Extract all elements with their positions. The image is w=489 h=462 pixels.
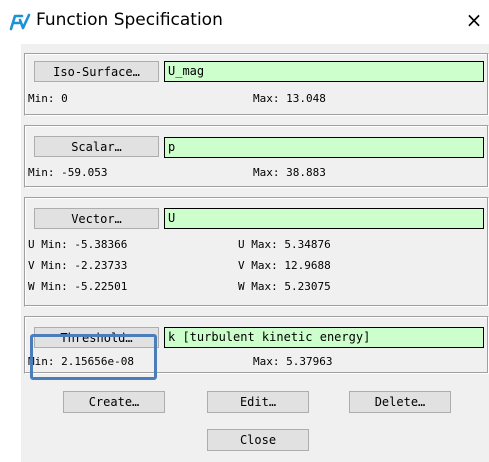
scalar-button[interactable]: Scalar… — [34, 136, 159, 157]
fv-logo-icon — [9, 12, 31, 32]
threshold-field[interactable]: k [turbulent kinetic energy] — [164, 327, 484, 348]
vector-w-min: W Min: -5.22501 — [28, 280, 128, 293]
iso-surface-field[interactable]: U_mag — [164, 61, 484, 82]
vector-v-max: V Max: 12.9688 — [238, 259, 331, 272]
vector-w-max: W Max: 5.23075 — [238, 280, 331, 293]
function-specification-dialog: Function Specification × Iso-Surface… U_… — [0, 0, 489, 462]
iso-surface-max: Max: 13.048 — [253, 92, 326, 105]
delete-button[interactable]: Delete… — [349, 391, 451, 413]
iso-surface-button[interactable]: Iso-Surface… — [34, 61, 159, 82]
close-window-icon[interactable]: × — [463, 8, 485, 32]
threshold-button[interactable]: Threshold… — [34, 327, 159, 348]
threshold-group: Threshold… k [turbulent kinetic energy] … — [24, 316, 489, 374]
close-button[interactable]: Close — [207, 429, 309, 451]
iso-surface-group: Iso-Surface… U_mag Min: 0 Max: 13.048 — [24, 53, 489, 116]
threshold-min: Min: 2.15656e-08 — [28, 355, 134, 368]
scalar-group: Scalar… p Min: -59.053 Max: 38.883 — [24, 125, 489, 188]
vector-u-max: U Max: 5.34876 — [238, 238, 331, 251]
scalar-min: Min: -59.053 — [28, 166, 108, 179]
title-bar: Function Specification × — [0, 0, 489, 44]
vector-u-min: U Min: -5.38366 — [28, 238, 128, 251]
scalar-field[interactable]: p — [164, 137, 484, 158]
edit-button[interactable]: Edit… — [207, 391, 309, 413]
iso-surface-min: Min: 0 — [28, 92, 68, 105]
vector-group: Vector… U U Min: -5.38366 U Max: 5.34876… — [24, 197, 489, 307]
threshold-max: Max: 5.37963 — [253, 355, 333, 368]
create-button[interactable]: Create… — [63, 391, 165, 413]
window-title: Function Specification — [36, 10, 223, 30]
vector-field[interactable]: U — [164, 208, 484, 229]
scalar-max: Max: 38.883 — [253, 166, 326, 179]
dialog-body: Iso-Surface… U_mag Min: 0 Max: 13.048 Sc… — [21, 44, 489, 462]
vector-button[interactable]: Vector… — [34, 208, 159, 229]
vector-v-min: V Min: -2.23733 — [28, 259, 128, 272]
